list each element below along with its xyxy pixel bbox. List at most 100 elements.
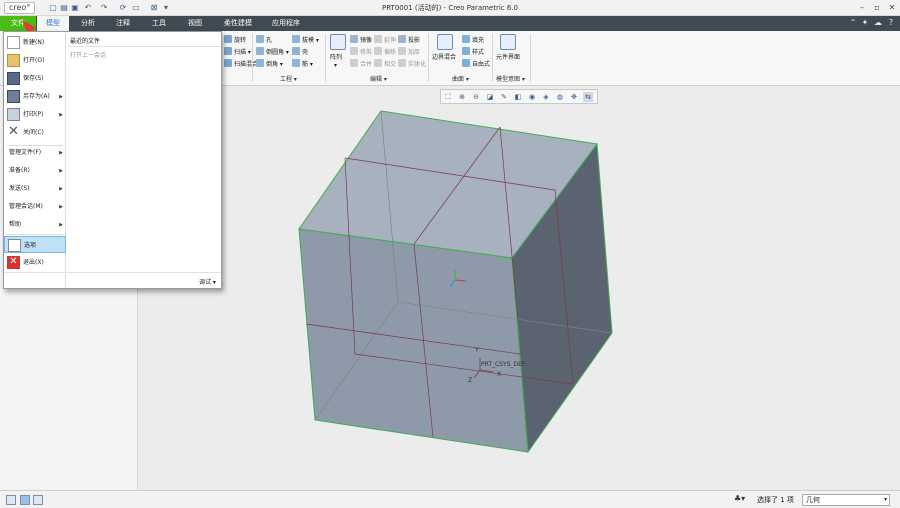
component-interface-icon[interactable] [500, 34, 516, 50]
message-icon[interactable] [33, 495, 43, 505]
window-icon[interactable]: ▭ [131, 3, 141, 13]
restore-icon[interactable]: ▫ [870, 2, 884, 14]
csys-axis-y: Y [475, 347, 479, 354]
pattern-dropdown-icon[interactable]: ▾ [334, 61, 337, 70]
open-folder-icon [7, 54, 20, 67]
zoom-in-icon[interactable]: ⊕ [457, 92, 467, 102]
file-menu-footer-divider [4, 272, 221, 273]
repaint-icon[interactable]: ◪ [485, 92, 495, 102]
saved-orientations-icon[interactable]: ◧ [513, 92, 523, 102]
zoom-out-icon[interactable]: ⊖ [471, 92, 481, 102]
refit-icon[interactable]: ⛶ [443, 92, 453, 102]
submenu-arrow-icon: ▶ [59, 222, 63, 228]
new-file-icon[interactable]: ▢ [48, 3, 58, 13]
graphics-window[interactable] [138, 86, 900, 490]
mirror-label: 镜像 [360, 37, 373, 44]
menu-item-close[interactable]: ✕ 关闭(C) [4, 124, 66, 142]
menu-item-options[interactable]: 选项 [4, 236, 66, 253]
menu-item-manage-file[interactable]: 管理文件(F) ▶ [4, 144, 66, 162]
offset-button[interactable]: 偏移 [374, 47, 396, 57]
menu-item-send[interactable]: 发送(S) ▶ [4, 180, 66, 198]
selection-filter-value: 几何 [806, 496, 820, 504]
ribbon-separator [428, 34, 429, 82]
tab-model[interactable]: 模型 [37, 16, 69, 31]
round-button[interactable]: 倒圆角 ▾ [256, 47, 289, 57]
close-icon[interactable]: ✕ [885, 2, 899, 14]
boundary-blend-icon[interactable] [437, 34, 453, 50]
annotation-display-icon[interactable]: ◍ [555, 92, 565, 102]
minimize-icon[interactable]: – [855, 2, 869, 14]
sweep-label: 扫描 [234, 49, 247, 56]
customize-ribbon-icon[interactable]: ✦ [860, 18, 870, 28]
tab-annotate[interactable]: 注释 [107, 16, 139, 31]
merge-label: 合并 [360, 61, 373, 68]
filter-icon[interactable]: ♣▾ [734, 494, 745, 503]
help-icon[interactable]: ? [886, 18, 896, 28]
menu-item-open[interactable]: 打开(O) [4, 52, 66, 70]
fill-button[interactable]: 填充 [462, 35, 484, 45]
selection-filter-select[interactable]: 几何 ▾ [802, 494, 890, 506]
extend-button[interactable]: 延伸 [374, 35, 396, 45]
mirror-button[interactable]: 镜像 [350, 35, 372, 45]
tab-view[interactable]: 视图 [179, 16, 211, 31]
datum-display-icon[interactable]: ◈ [541, 92, 551, 102]
menu-item-manage-session[interactable]: 管理会话(M) ▶ [4, 198, 66, 216]
menu-item-save-as[interactable]: 另存为(A) ▶ [4, 88, 66, 106]
model-tree-icon[interactable] [6, 495, 16, 505]
intersect-button[interactable]: 相交 [374, 59, 396, 69]
shell-button[interactable]: 壳 [292, 47, 308, 57]
tab-analysis[interactable]: 分析 [72, 16, 104, 31]
save-icon[interactable]: ▣ [70, 3, 80, 13]
solidify-label: 实体化 [408, 61, 427, 68]
freestyle-button[interactable]: 自由式 [462, 59, 490, 69]
open-last-session-link[interactable]: 打开上一会话 [70, 50, 106, 59]
style-label: 样式 [472, 49, 485, 56]
project-button[interactable]: 投影 [398, 35, 420, 45]
menu-item-prepare[interactable]: 准备(R) ▶ [4, 162, 66, 180]
sweep-button[interactable]: 扫描 ▾ [224, 47, 251, 57]
open-folder-icon[interactable]: ▤ [59, 3, 69, 13]
intersect-label: 相交 [384, 61, 397, 68]
thicken-label: 加厚 [408, 49, 421, 56]
debug-button[interactable]: 调试 ▾ [199, 277, 216, 286]
regenerate-icon[interactable]: ⟳ [118, 3, 128, 13]
display-style-icon[interactable]: ✎ [499, 92, 509, 102]
thicken-button[interactable]: 加厚 [398, 47, 420, 57]
rib-button[interactable]: 筋 ▾ [292, 59, 313, 69]
menu-item-save[interactable]: 保存(S) [4, 70, 66, 88]
spin-center-icon[interactable]: ✥ [569, 92, 579, 102]
component-interface-label[interactable]: 元件界面 [496, 53, 520, 62]
view-manager-icon[interactable]: ◉ [527, 92, 537, 102]
pattern-icon[interactable] [330, 34, 346, 50]
rib-label: 筋 [302, 61, 309, 68]
style-button[interactable]: 样式 [462, 47, 484, 57]
creo-logo: creo° [4, 2, 36, 14]
project-label: 投影 [408, 37, 421, 44]
chamfer-button[interactable]: 倒角 ▾ [256, 59, 283, 69]
community-icon[interactable]: ☁ [873, 18, 883, 28]
menu-item-exit[interactable]: ✕ 退出(X) [4, 254, 66, 272]
undo-icon[interactable]: ↶ [83, 3, 93, 13]
redo-icon[interactable]: ↷ [99, 3, 109, 13]
trim-button[interactable]: 修剪 [350, 47, 372, 57]
tab-tools[interactable]: 工具 [142, 16, 176, 31]
hole-button[interactable]: 孔 [256, 35, 272, 45]
tab-file[interactable]: 文件 [0, 16, 36, 31]
draft-button[interactable]: 拔模 ▾ [292, 35, 319, 45]
revolve-button[interactable]: 旋转 [224, 35, 246, 45]
close-window-icon[interactable]: ⊠ [149, 3, 159, 13]
menu-item-help[interactable]: 帮助 ▶ [4, 216, 66, 234]
menu-item-print[interactable]: 打印(P) ▶ [4, 106, 66, 124]
collapse-ribbon-icon[interactable]: ⌃ [848, 18, 858, 28]
merge-button[interactable]: 合并 [350, 59, 372, 69]
perspective-icon[interactable]: ⇆ [583, 92, 593, 102]
menu-item-new[interactable]: 新建(N) [4, 34, 66, 52]
show-icon[interactable] [20, 495, 30, 505]
draft-label: 拔模 [302, 37, 315, 44]
tab-flexible-modeling[interactable]: 柔性建模 [216, 16, 260, 31]
solidify-button[interactable]: 实体化 [398, 59, 426, 69]
customize-icon[interactable]: ▾ [161, 3, 171, 13]
boundary-blend-label[interactable]: 边界混合 [432, 53, 456, 62]
tab-applications[interactable]: 应用程序 [264, 16, 308, 31]
exit-icon: ✕ [7, 256, 20, 269]
